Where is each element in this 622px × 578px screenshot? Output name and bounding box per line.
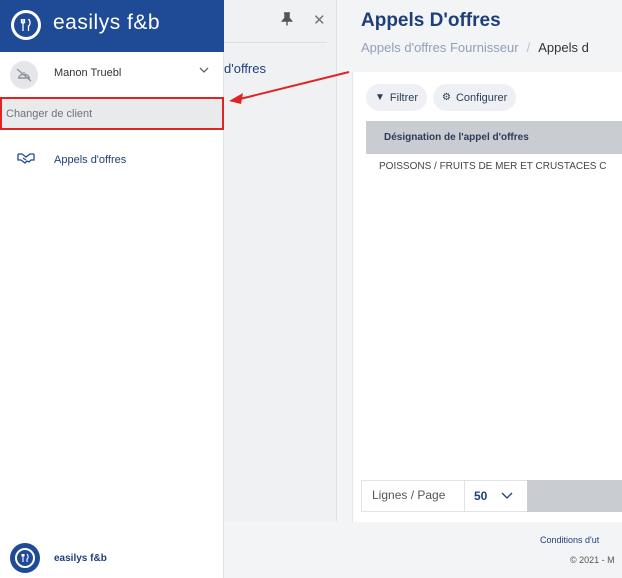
- panel-item-appels-doffres[interactable]: d'offres: [224, 61, 266, 76]
- panel-divider: [224, 42, 327, 43]
- filter-icon: ▼: [375, 92, 385, 103]
- avatar: [10, 61, 38, 89]
- table-header-designation[interactable]: Désignation de l'appel d'offres: [366, 121, 622, 154]
- filter-button-label: Filtrer: [389, 91, 419, 104]
- pagination-controls[interactable]: [527, 480, 622, 512]
- sidebar-header: easilys f&b: [0, 0, 224, 52]
- brand-name: easilys f&b: [53, 11, 161, 34]
- footer-logo-icon: [10, 543, 40, 573]
- change-client-label: Changer de client: [6, 108, 93, 120]
- chevron-down-icon[interactable]: [199, 65, 209, 77]
- filter-button[interactable]: ▼ Filtrer: [366, 84, 428, 111]
- gear-icon: ⚙: [442, 92, 451, 103]
- rows-per-page-value: 50: [474, 489, 488, 503]
- rows-per-page-select[interactable]: 50: [464, 480, 527, 512]
- handshake-icon: [17, 152, 35, 167]
- configure-button-label: Configurer: [455, 91, 508, 104]
- user-name: Manon Truebl: [54, 67, 122, 79]
- close-icon[interactable]: ✕: [313, 11, 326, 29]
- sidebar: easilys f&b Manon Truebl Changer de clie…: [0, 0, 224, 578]
- change-client-button[interactable]: Changer de client: [0, 97, 224, 130]
- rows-per-page-label: Lignes / Page: [372, 488, 446, 502]
- breadcrumb-separator: /: [526, 40, 531, 55]
- logo-icon[interactable]: [11, 10, 41, 40]
- pin-icon[interactable]: [281, 12, 293, 29]
- breadcrumb-current: Appels d: [538, 40, 589, 55]
- table-row[interactable]: POISSONS / FRUITS DE MER ET CRUSTACES C: [379, 161, 606, 172]
- sidebar-item-label: Appels d'offres: [54, 154, 127, 166]
- configure-button[interactable]: ⚙ Configurer: [433, 84, 517, 111]
- legal-link[interactable]: Conditions d'ut: [540, 535, 599, 545]
- page-title: Appels D'offres: [361, 10, 501, 31]
- copyright: © 2021 - M: [570, 555, 615, 565]
- breadcrumb: Appels d'offres Fournisseur / Appels d: [361, 40, 589, 55]
- footer-brand-name: easilys f&b: [54, 553, 107, 564]
- chevron-down-icon: [501, 492, 513, 499]
- sidebar-item-appels-doffres[interactable]: Appels d'offres: [0, 146, 224, 174]
- user-menu[interactable]: Manon Truebl: [0, 52, 224, 97]
- breadcrumb-link[interactable]: Appels d'offres Fournisseur: [361, 40, 519, 55]
